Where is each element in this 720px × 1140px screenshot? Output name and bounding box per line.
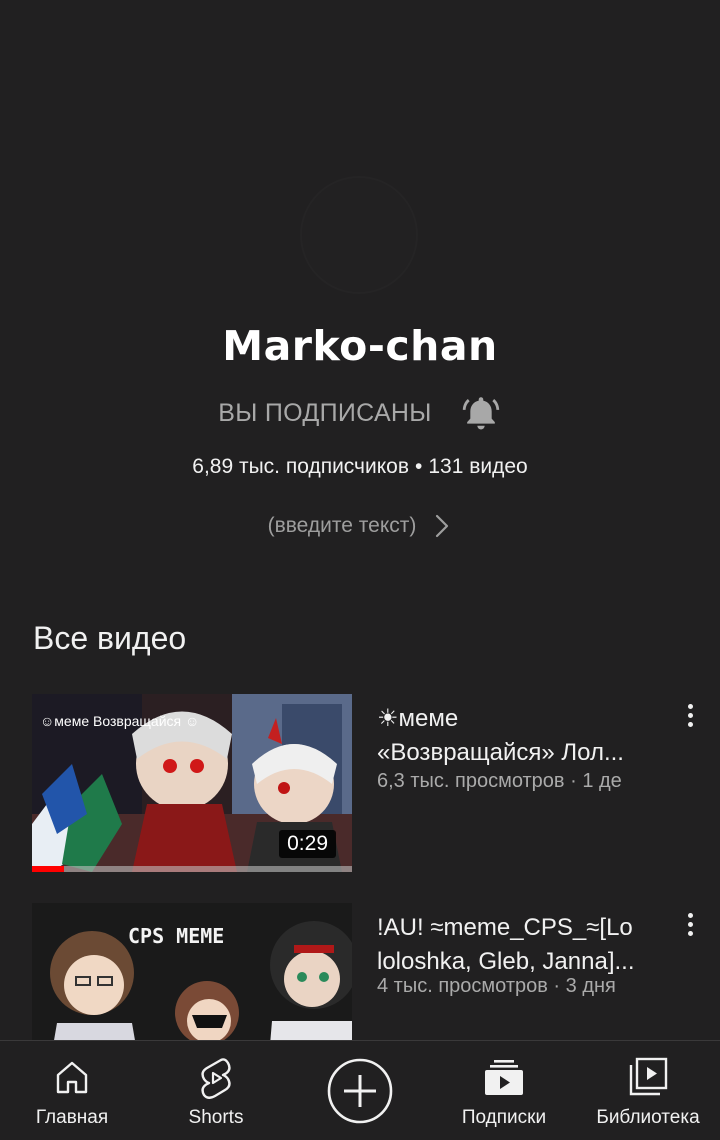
nav-home[interactable]: Главная xyxy=(0,1041,144,1140)
video-metadata: 6,3 тыс. просмотров · 1 де xyxy=(377,770,622,792)
nav-create[interactable] xyxy=(288,1041,432,1140)
bell-ring-icon[interactable] xyxy=(460,392,502,434)
nav-shorts-label: Shorts xyxy=(188,1107,244,1128)
channel-about-text: (введите текст) xyxy=(267,514,417,537)
chevron-right-icon xyxy=(436,514,449,538)
subscription-row: ВЫ ПОДПИСАНЫ xyxy=(0,388,720,438)
library-icon xyxy=(629,1057,668,1096)
channel-about-link[interactable]: (введите текст) xyxy=(0,508,720,544)
thumbnail-caption: ☺меме Возвращайся ☺ xyxy=(40,713,199,729)
section-title: Все видео xyxy=(33,620,187,656)
video-title-line: «Возвращайся» Лол... xyxy=(377,739,624,766)
more-vert-icon[interactable] xyxy=(680,909,700,939)
nav-home-label: Главная xyxy=(35,1107,109,1128)
nav-library-label: Библиотека xyxy=(596,1107,700,1128)
home-icon xyxy=(56,1061,88,1094)
video-item[interactable]: ☺меме Возвращайся ☺ 0:29 ☀меме «Возвраща… xyxy=(32,694,693,874)
video-duration: 0:29 xyxy=(279,830,336,858)
nav-shorts[interactable]: Shorts xyxy=(144,1041,288,1140)
create-plus-icon xyxy=(327,1058,393,1123)
more-vert-icon[interactable] xyxy=(680,700,700,730)
subscribed-button[interactable]: ВЫ ПОДПИСАНЫ xyxy=(218,399,431,428)
video-count: 131 видео xyxy=(428,455,528,478)
video-title-line: loloshka, Gleb, Janna]... xyxy=(377,948,635,975)
video-title[interactable]: ☀меме «Возвращайся» Лол... xyxy=(377,702,667,770)
video-title-line: ☀меме xyxy=(377,705,459,732)
stats-separator: • xyxy=(415,455,423,478)
channel-name: Marko-chan xyxy=(222,322,498,370)
watch-progress-fill xyxy=(32,866,64,872)
shorts-icon xyxy=(201,1058,231,1099)
channel-page: Marko-chan ВЫ ПОДПИСАНЫ 6,89 тыс. подпис… xyxy=(0,0,720,1140)
channel-avatar[interactable] xyxy=(300,176,418,294)
video-metadata: 4 тыс. просмотров · 3 дня xyxy=(377,975,616,997)
nav-library[interactable]: Библиотека xyxy=(576,1041,720,1140)
subscriber-count: 6,89 тыс. подписчиков xyxy=(192,455,409,478)
subscriptions-icon xyxy=(485,1060,523,1095)
bottom-navigation: Главная Shorts Подписки Библиотека xyxy=(0,1040,720,1140)
nav-subscriptions[interactable]: Подписки xyxy=(432,1041,576,1140)
video-title[interactable]: !AU! ≈meme_CPS_≈[Lo loloshka, Gleb, Jann… xyxy=(377,911,667,979)
video-title-line: !AU! ≈meme_CPS_≈[Lo xyxy=(377,914,633,941)
watch-progress-bar xyxy=(32,866,352,872)
channel-stats: 6,89 тыс. подписчиков • 131 видео xyxy=(0,455,720,479)
video-thumbnail[interactable]: ☺меме Возвращайся ☺ 0:29 xyxy=(32,694,352,872)
thumbnail-caption: CPS MEME xyxy=(128,924,224,948)
nav-subscriptions-label: Подписки xyxy=(461,1107,547,1128)
